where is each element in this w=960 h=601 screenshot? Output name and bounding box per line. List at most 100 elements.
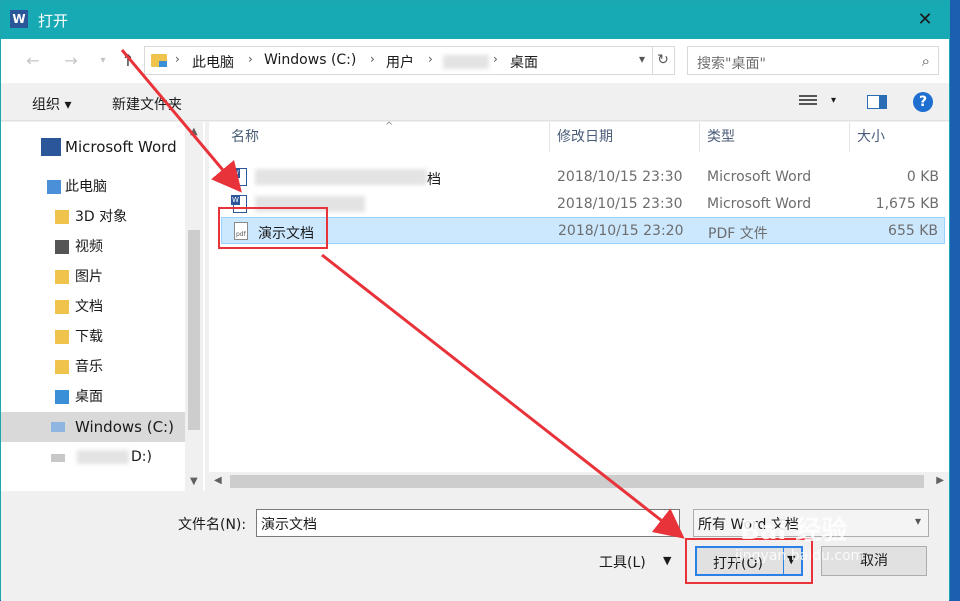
column-header-name[interactable]: 名称 [231,122,259,152]
dialog-title: 打开 [38,12,69,30]
annotation-box-file [218,207,328,249]
word-icon: W [10,10,28,28]
sidebar-item-desktop[interactable]: 桌面 [1,382,185,412]
forward-arrow-icon[interactable]: → [61,51,81,71]
column-divider[interactable] [699,122,700,152]
breadcrumb-separator: › [370,52,375,66]
sidebar-item-downloads[interactable]: 下载 [1,322,185,352]
chevron-down-icon[interactable]: ▾ [93,51,113,71]
sort-ascending-icon: ^ [385,121,394,132]
sidebar-item-label: 音乐 [75,359,103,375]
file-size: 655 KB [888,223,938,239]
help-icon[interactable]: ? [913,92,933,112]
drive-icon [51,422,65,432]
scroll-right-icon[interactable]: ▶ [936,475,944,486]
table-row-selected[interactable]: 演示文档 2018/10/15 23:20 PDF 文件 655 KB [221,217,945,244]
column-divider[interactable] [549,122,550,152]
sidebar-item-pictures[interactable]: 图片 [1,262,185,292]
sidebar-scrollbar[interactable]: ▲ ▼ [185,122,203,491]
preview-pane-icon[interactable] [867,95,887,109]
column-header-date[interactable]: 修改日期 [557,122,613,152]
up-arrow-icon[interactable]: ↑ [118,51,138,71]
file-size: 0 KB [906,169,939,185]
back-arrow-icon[interactable]: ← [23,51,43,71]
redacted-filename [255,169,427,185]
table-row[interactable]: 2018/10/15 23:30 Microsoft Word 1,675 KB [221,191,945,218]
breadcrumb-windows-c[interactable]: Windows (C:) [264,52,356,68]
redacted-username [443,55,489,69]
filename-label: 文件名(N): [178,517,247,533]
chevron-down-icon[interactable]: ▾ [639,52,645,66]
horizontal-scrollbar[interactable]: ◀ ▶ [209,472,949,491]
pictures-folder-icon [55,270,69,284]
chevron-down-icon[interactable]: ▼ [663,554,671,567]
sidebar-item-label: 下载 [75,329,103,345]
folder-icon [151,54,167,67]
scroll-left-icon[interactable]: ◀ [214,475,222,486]
column-divider[interactable] [849,122,850,152]
breadcrumb-this-pc[interactable]: 此电脑 [192,52,234,72]
breadcrumb-separator: › [428,52,433,66]
address-bar[interactable]: › 此电脑 › Windows (C:) › 用户 › › 桌面 ▾ [144,46,653,75]
scroll-up-icon[interactable]: ▲ [190,126,198,137]
file-size: 1,675 KB [875,196,939,212]
sidebar-item-label: Windows (C:) [75,418,174,436]
navigation-bar: ← → ▾ ↑ › 此电脑 › Windows (C:) › 用户 › › 桌面… [1,39,949,83]
redacted-drive-name [77,450,129,464]
drive-icon [51,454,65,462]
view-options-icon[interactable] [799,95,817,109]
file-type: Microsoft Word [707,169,812,185]
sidebar-item-microsoft-word[interactable]: Microsoft Word [1,132,185,162]
file-date: 2018/10/15 23:20 [558,223,684,239]
sidebar-item-label: 文档 [75,299,103,315]
sidebar-item-label: 3D 对象 [75,209,128,225]
breadcrumb-desktop[interactable]: 桌面 [510,52,538,72]
file-date: 2018/10/15 23:30 [557,169,683,185]
word-icon [41,138,61,156]
file-type: Microsoft Word [707,196,812,212]
sidebar-item-label: 桌面 [75,389,103,405]
tools-button[interactable]: 工具(L) [599,552,646,572]
breadcrumb-separator: › [175,52,180,66]
sidebar-item-label: D:) [131,449,152,465]
sidebar-item-label: 图片 [75,269,103,285]
chevron-down-icon[interactable]: ▾ [831,95,836,106]
sidebar-item-music[interactable]: 音乐 [1,352,185,382]
breadcrumb-separator: › [248,52,253,66]
breadcrumb-users[interactable]: 用户 [386,52,414,72]
sidebar-item-videos[interactable]: 视频 [1,232,185,262]
word-document-icon [231,168,247,186]
column-header-size[interactable]: 大小 [857,122,885,152]
downloads-folder-icon [55,330,69,344]
chevron-down-icon: ▾ [914,514,921,528]
new-folder-button[interactable]: 新建文件夹 [112,94,182,114]
sidebar-item-drive-d[interactable]: D:) [1,442,185,472]
sidebar-item-this-pc[interactable]: 此电脑 [1,172,185,202]
sidebar-item-documents[interactable]: 文档 [1,292,185,322]
search-icon[interactable]: ⌕ [922,52,930,70]
close-icon[interactable]: ✕ [911,7,939,33]
sidebar-item-label: 此电脑 [65,179,107,195]
title-bar: W 打开 ✕ [1,1,949,39]
command-bar: 组织 ▾ 新建文件夹 ▾ ? [1,83,949,121]
table-row[interactable]: 档 2018/10/15 23:30 Microsoft Word 0 KB [221,164,945,191]
watermark-logo: Bai 经验 [740,516,848,546]
search-input[interactable]: 搜索"桌面" [697,53,766,73]
file-date: 2018/10/15 23:30 [557,196,683,212]
organize-button[interactable]: 组织 ▾ [32,94,71,114]
filename-input[interactable]: 演示文档 [256,509,680,537]
file-list: 名称 ^ 修改日期 类型 大小 档 2018/10/15 23:30 Micro… [209,121,949,491]
documents-folder-icon [55,300,69,314]
video-folder-icon [55,240,69,254]
sidebar-item-windows-c[interactable]: Windows (C:) [1,412,185,442]
file-type: PDF 文件 [708,226,768,242]
scrollbar-thumb[interactable] [188,230,200,430]
music-folder-icon [55,360,69,374]
column-header-type[interactable]: 类型 [707,122,735,152]
navigation-pane: Microsoft Word 此电脑 3D 对象 视频 图片 文档 下载 音乐 [1,122,205,491]
search-box[interactable]: 搜索"桌面" ⌕ [687,46,939,75]
scroll-down-icon[interactable]: ▼ [190,476,198,487]
refresh-icon[interactable]: ↻ [652,46,675,75]
sidebar-item-3d-objects[interactable]: 3D 对象 [1,202,185,232]
scrollbar-thumb[interactable] [230,475,924,488]
